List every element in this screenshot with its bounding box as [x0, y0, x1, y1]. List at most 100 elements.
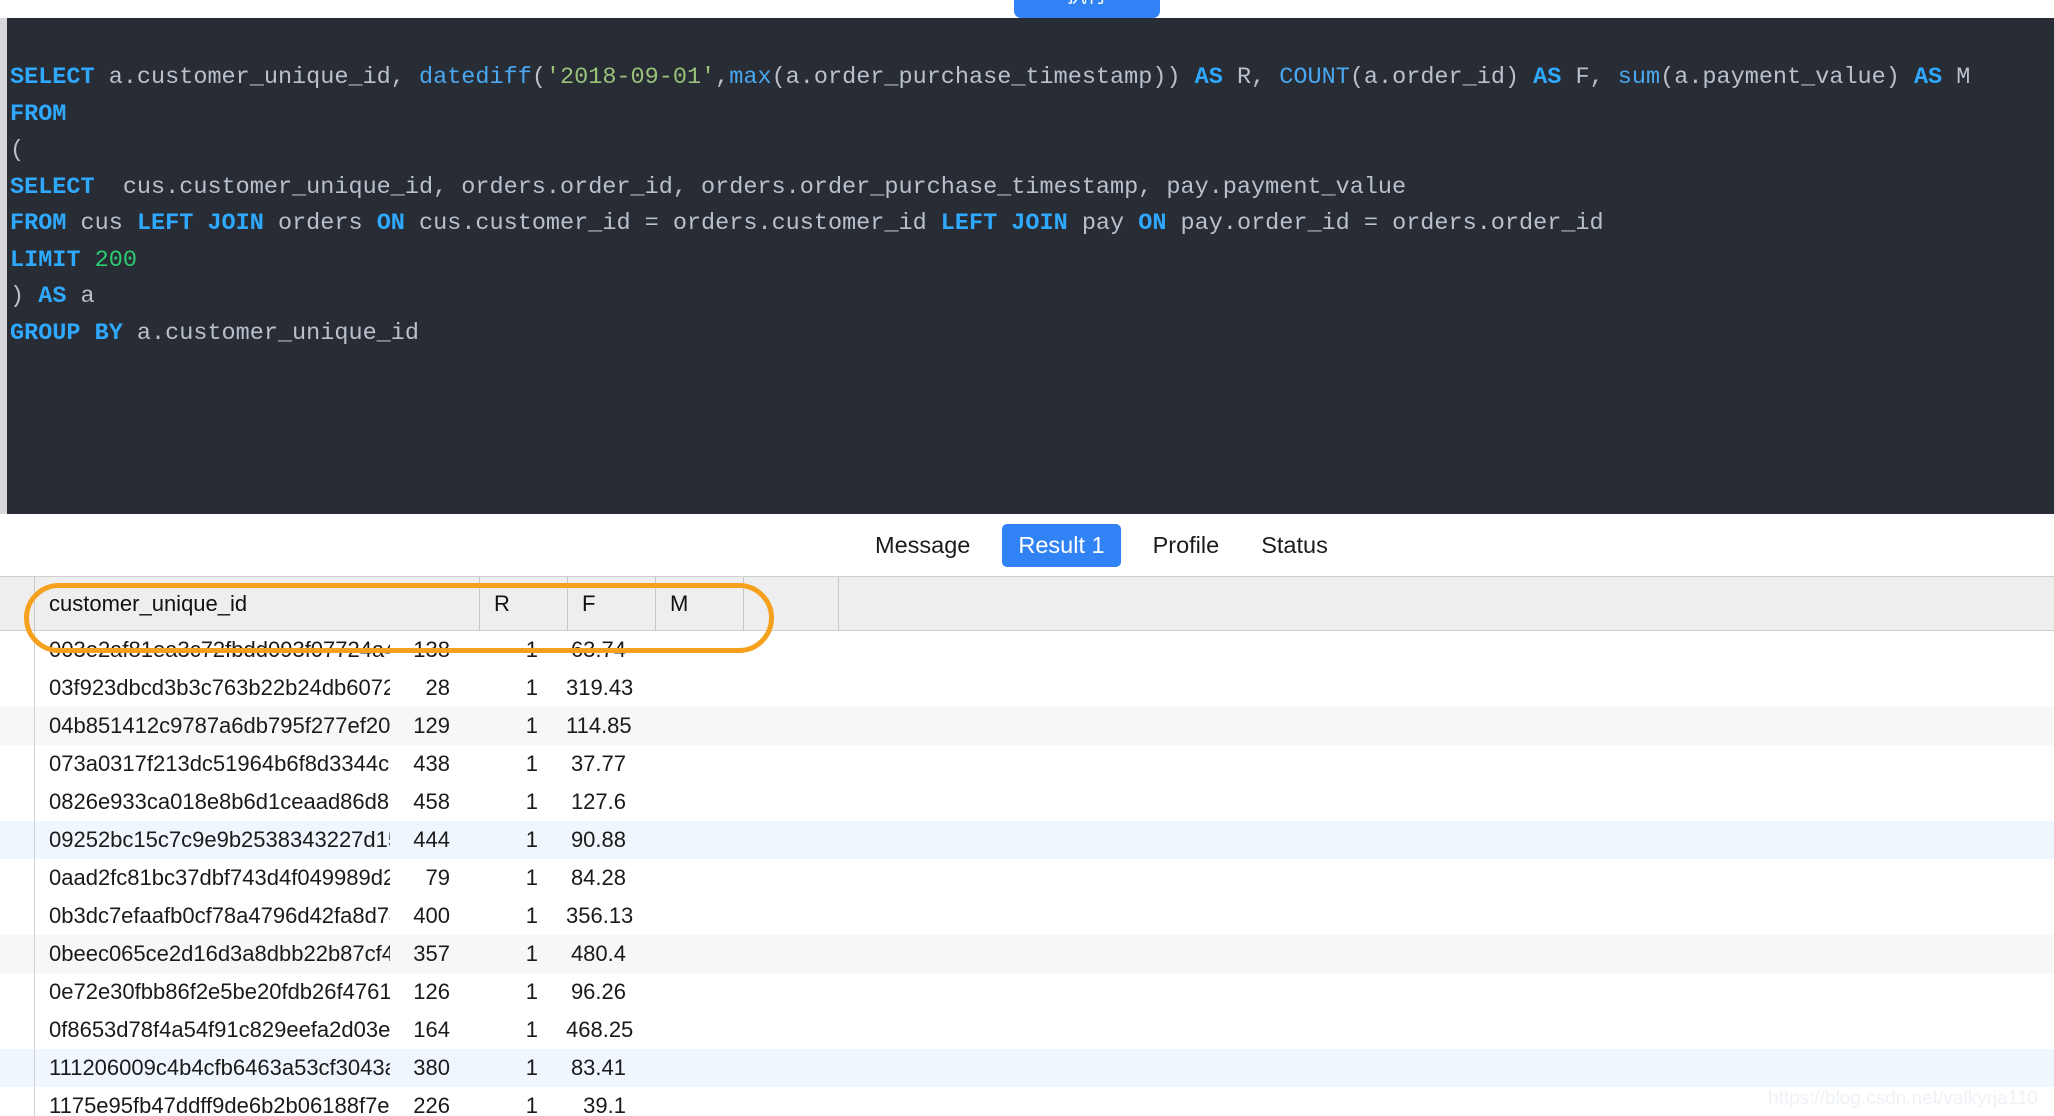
cell-f[interactable]: 1	[478, 821, 566, 859]
cell-f[interactable]: 1	[478, 1049, 566, 1087]
cell-m[interactable]: 319.43	[566, 669, 654, 707]
table-row[interactable]: 09252bc15c7c9e9b2538343227d15826444190.8…	[0, 821, 2054, 859]
cell-customer-unique-id[interactable]: 003e2af81ea3c72fbdd093f07724a4de	[35, 631, 390, 669]
cell-m[interactable]: 468.25	[566, 1011, 654, 1049]
cell-f[interactable]: 1	[478, 783, 566, 821]
cell-f[interactable]: 1	[478, 859, 566, 897]
row-gutter[interactable]	[0, 1087, 35, 1116]
cell-empty[interactable]	[654, 935, 749, 973]
cell-empty[interactable]	[654, 1011, 749, 1049]
cell-empty[interactable]	[654, 821, 749, 859]
cell-m[interactable]: 90.88	[566, 821, 654, 859]
column-header-customer_unique_id[interactable]: customer_unique_id	[35, 577, 480, 631]
cell-r[interactable]: 28	[390, 669, 478, 707]
tab-result-1[interactable]: Result 1	[1002, 523, 1121, 567]
row-gutter[interactable]	[0, 669, 35, 707]
row-gutter[interactable]	[0, 1049, 35, 1087]
cell-r[interactable]: 79	[390, 859, 478, 897]
sql-code-text[interactable]: SELECT a.customer_unique_id, datediff('2…	[7, 60, 2054, 352]
cell-m[interactable]: 127.6	[566, 783, 654, 821]
cell-empty[interactable]	[654, 859, 749, 897]
cell-empty[interactable]	[654, 669, 749, 707]
cell-empty[interactable]	[654, 973, 749, 1011]
cell-f[interactable]: 1	[478, 935, 566, 973]
table-row[interactable]: 03f923dbcd3b3c763b22b24db6072d27281319.4…	[0, 669, 2054, 707]
table-row[interactable]: 0b3dc7efaafb0cf78a4796d42fa8d74c 400 1 356.…	[0, 897, 2054, 935]
table-row[interactable]: 111206009c4b4cfb6463a53cf3043ab2 380 1 83.4…	[0, 1049, 2054, 1087]
cell-customer-unique-id[interactable]: 0beec065ce2d16d3a8dbb22b87cf4c43	[35, 935, 390, 973]
tab-status[interactable]: Status	[1251, 526, 1338, 565]
cell-customer-unique-id[interactable]: 1175e95fb47ddff9de6b2b06188f7e0d	[35, 1087, 390, 1116]
row-gutter[interactable]	[0, 821, 35, 859]
cell-empty[interactable]	[654, 707, 749, 745]
row-gutter[interactable]	[0, 631, 35, 669]
cell-customer-unique-id[interactable]: 04b851412c9787a6db795f277ef20e8d	[35, 707, 390, 745]
cell-r[interactable]: 138	[390, 631, 478, 669]
row-gutter[interactable]	[0, 707, 35, 745]
row-gutter[interactable]	[0, 1011, 35, 1049]
table-row[interactable]: 04b851412c9787a6db795f277ef20e8d 129 1 114.…	[0, 707, 2054, 745]
cell-customer-unique-id[interactable]: 0f8653d78f4a54f91c829eefa2d03e11	[35, 1011, 390, 1049]
column-header-empty[interactable]	[744, 577, 839, 631]
cell-f[interactable]: 1	[478, 631, 566, 669]
cell-r[interactable]: 444	[390, 821, 478, 859]
cell-m[interactable]: 37.77	[566, 745, 654, 783]
cell-r[interactable]: 458	[390, 783, 478, 821]
table-row[interactable]: 073a0317f213dc51964b6f8d3344c592 438 1 37.7…	[0, 745, 2054, 783]
cell-empty[interactable]	[654, 1087, 749, 1116]
cell-m[interactable]: 96.26	[566, 973, 654, 1011]
cell-m[interactable]: 480.4	[566, 935, 654, 973]
row-gutter[interactable]	[0, 783, 35, 821]
table-row[interactable]: 0aad2fc81bc37dbf743d4f049989d220 79 1 84.28	[0, 859, 2054, 897]
cell-m[interactable]: 114.85	[566, 707, 654, 745]
result-grid-body[interactable]: 003e2af81ea3c72fbdd093f07724a4de 138 1 63.7…	[0, 631, 2054, 1116]
cell-customer-unique-id[interactable]: 0826e933ca018e8b6d1ceaad86d82691	[35, 783, 390, 821]
cell-empty[interactable]	[654, 1049, 749, 1087]
cell-empty[interactable]	[654, 783, 749, 821]
cell-m[interactable]: 84.28	[566, 859, 654, 897]
cell-f[interactable]: 1	[478, 897, 566, 935]
column-header-F[interactable]: F	[568, 577, 656, 631]
cell-customer-unique-id[interactable]: 09252bc15c7c9e9b2538343227d15826	[35, 821, 390, 859]
result-grid[interactable]: customer_unique_id R F M 003e2af81ea3c72fbd…	[0, 576, 2054, 1116]
cell-customer-unique-id[interactable]: 0b3dc7efaafb0cf78a4796d42fa8d74c	[35, 897, 390, 935]
cell-empty[interactable]	[654, 631, 749, 669]
cell-f[interactable]: 1	[478, 1011, 566, 1049]
cell-r[interactable]: 126	[390, 973, 478, 1011]
row-gutter[interactable]	[0, 897, 35, 935]
table-row[interactable]: 0826e933ca018e8b6d1ceaad86d826914581127.…	[0, 783, 2054, 821]
sql-editor[interactable]: SELECT a.customer_unique_id, datediff('2…	[0, 18, 2054, 514]
cell-customer-unique-id[interactable]: 0e72e30fbb86f2e5be20fdb26f476155	[35, 973, 390, 1011]
cell-customer-unique-id[interactable]: 0aad2fc81bc37dbf743d4f049989d220	[35, 859, 390, 897]
cell-customer-unique-id[interactable]: 03f923dbcd3b3c763b22b24db6072d27	[35, 669, 390, 707]
cell-m[interactable]: 83.41	[566, 1049, 654, 1087]
table-row[interactable]: 0f8653d78f4a54f91c829eefa2d03e11 164 1 468.…	[0, 1011, 2054, 1049]
column-header-M[interactable]: M	[656, 577, 744, 631]
cell-r[interactable]: 129	[390, 707, 478, 745]
cell-f[interactable]: 1	[478, 1087, 566, 1116]
cell-customer-unique-id[interactable]: 073a0317f213dc51964b6f8d3344c592	[35, 745, 390, 783]
row-gutter[interactable]	[0, 973, 35, 1011]
table-row[interactable]: 1175e95fb47ddff9de6b2b06188f7e0d 226 1 39.1	[0, 1087, 2054, 1116]
cell-f[interactable]: 1	[478, 707, 566, 745]
cell-empty[interactable]	[654, 897, 749, 935]
row-gutter[interactable]	[0, 745, 35, 783]
cell-empty[interactable]	[654, 745, 749, 783]
tab-profile[interactable]: Profile	[1143, 526, 1230, 565]
cell-f[interactable]: 1	[478, 973, 566, 1011]
table-row[interactable]: 003e2af81ea3c72fbdd093f07724a4de 138 1 63.7…	[0, 631, 2054, 669]
row-gutter[interactable]	[0, 859, 35, 897]
column-header-R[interactable]: R	[480, 577, 568, 631]
tab-message[interactable]: Message	[865, 526, 980, 565]
cell-r[interactable]: 380	[390, 1049, 478, 1087]
cell-f[interactable]: 1	[478, 669, 566, 707]
cell-r[interactable]: 438	[390, 745, 478, 783]
table-row[interactable]: 0beec065ce2d16d3a8dbb22b87cf4c433571480.…	[0, 935, 2054, 973]
cell-r[interactable]: 164	[390, 1011, 478, 1049]
cell-m[interactable]: 63.74	[566, 631, 654, 669]
cell-r[interactable]: 226	[390, 1087, 478, 1116]
cell-f[interactable]: 1	[478, 745, 566, 783]
cell-m[interactable]: 39.1	[566, 1087, 654, 1116]
cell-r[interactable]: 400	[390, 897, 478, 935]
cell-m[interactable]: 356.13	[566, 897, 654, 935]
